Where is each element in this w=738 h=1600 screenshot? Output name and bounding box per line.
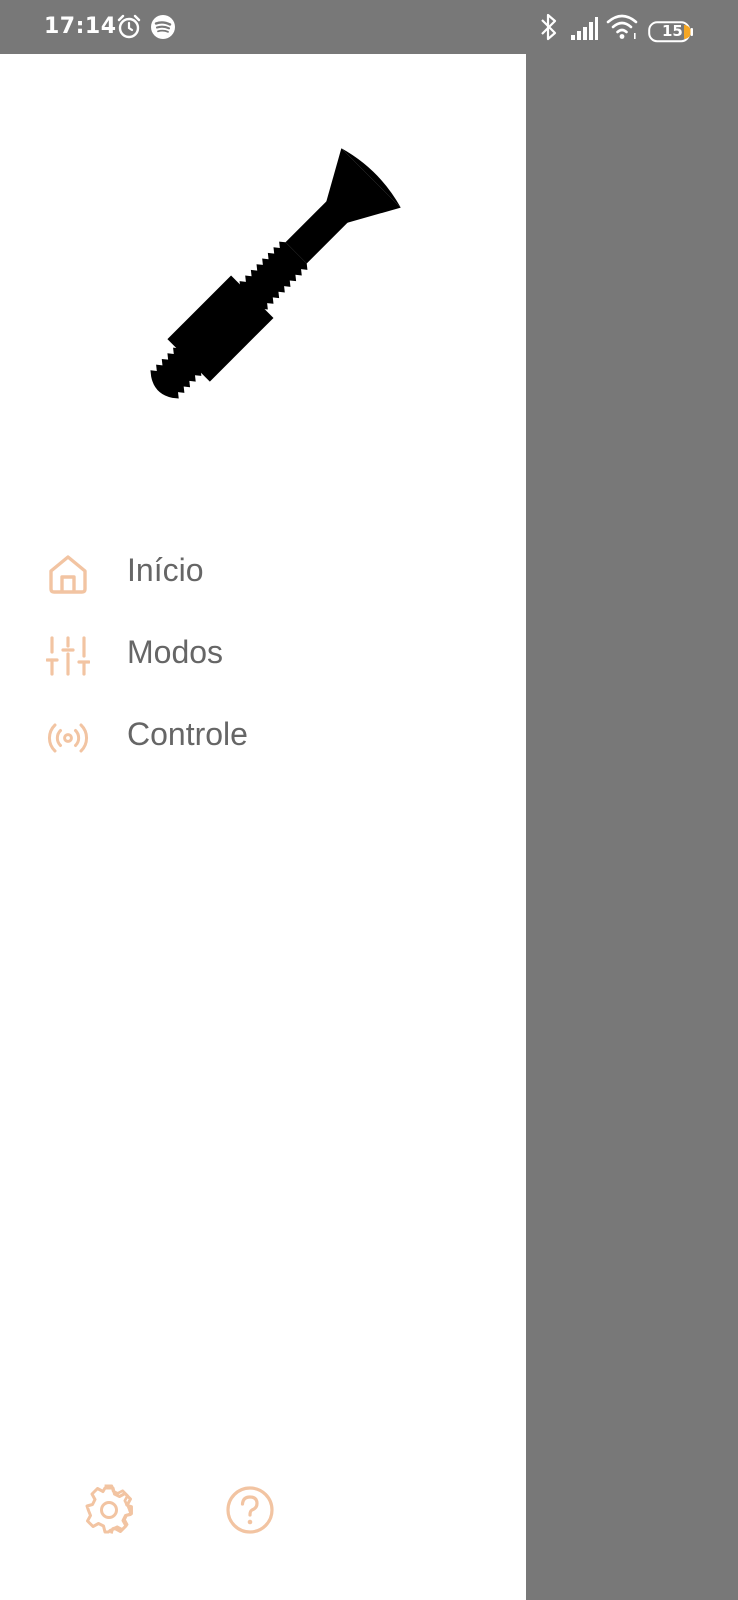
broadcast-icon xyxy=(46,716,90,760)
drawer-scrim[interactable] xyxy=(526,54,738,1600)
battery-level: 15 xyxy=(662,22,683,40)
screw-logo xyxy=(120,134,410,434)
spotify-icon xyxy=(150,14,176,40)
signal-icon xyxy=(570,14,598,42)
settings-button[interactable] xyxy=(83,1484,135,1536)
alarm-icon xyxy=(116,14,142,40)
menu-item-controle[interactable]: Controle xyxy=(0,700,526,772)
menu-item-label: Controle xyxy=(127,716,248,752)
navigation-drawer: Início Modos Controle xyxy=(0,54,526,1600)
menu-item-modos[interactable]: Modos xyxy=(0,618,526,690)
menu-item-label: Modos xyxy=(127,634,224,670)
bluetooth-icon xyxy=(538,12,560,42)
home-icon xyxy=(46,552,90,596)
wifi-icon xyxy=(606,13,638,41)
gear-icon xyxy=(83,1484,135,1536)
menu-item-inicio[interactable]: Início xyxy=(0,536,526,608)
help-icon xyxy=(224,1484,276,1536)
sliders-icon xyxy=(46,634,90,678)
status-bar: 17:14 15 xyxy=(0,0,738,54)
status-time: 17:14 xyxy=(44,14,117,39)
menu-item-label: Início xyxy=(127,552,204,588)
help-button[interactable] xyxy=(224,1484,276,1536)
